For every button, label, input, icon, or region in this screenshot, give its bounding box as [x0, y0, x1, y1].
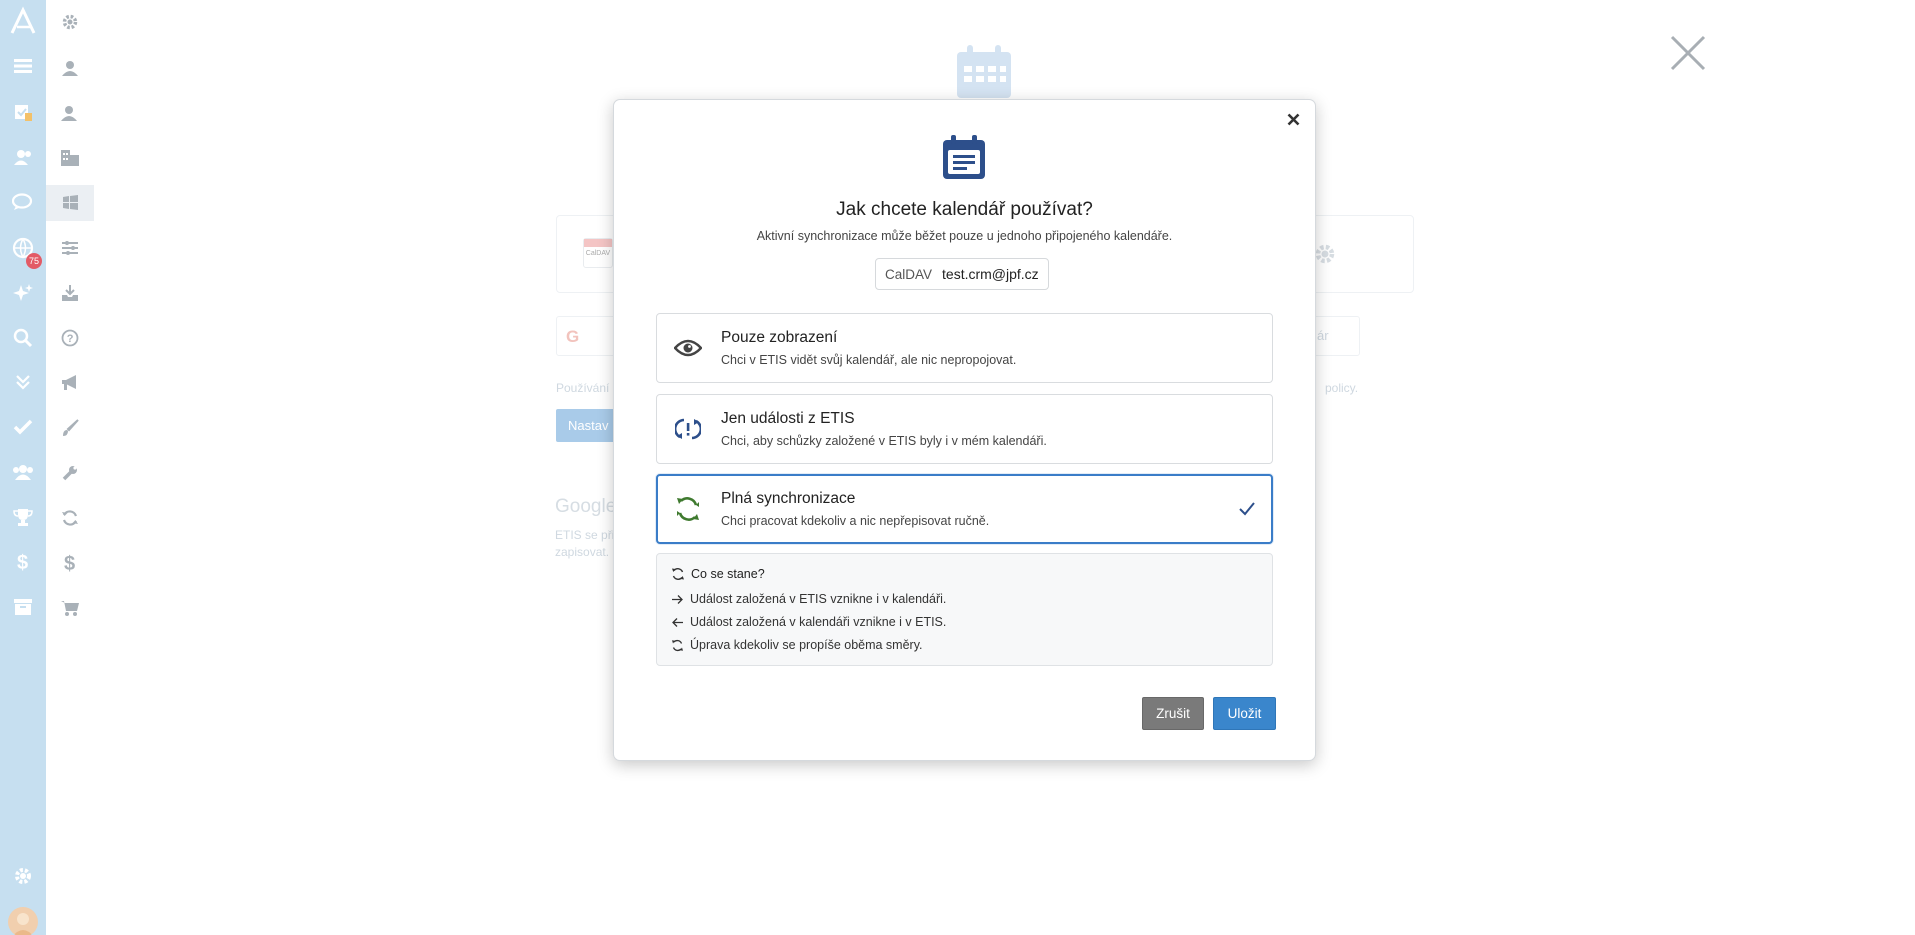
- settings-gear-icon[interactable]: [0, 862, 46, 890]
- brush-icon[interactable]: [46, 414, 94, 442]
- trophy-icon[interactable]: [0, 503, 46, 531]
- logo-icon[interactable]: [0, 6, 46, 35]
- save-button[interactable]: Uložit: [1213, 697, 1276, 730]
- background-caldav-logo: CalDAV: [583, 238, 613, 268]
- cancel-button[interactable]: Zrušit: [1142, 697, 1204, 730]
- archive-icon[interactable]: [0, 593, 46, 621]
- option-full-sync[interactable]: Plná synchronizace Chci pracovat kdekoli…: [656, 474, 1273, 544]
- info-row-text: Událost založená v ETIS vznikne i v kale…: [690, 592, 947, 606]
- gear-icon[interactable]: [46, 8, 94, 36]
- background-desc-line1: ETIS se při: [555, 528, 615, 542]
- background-google-field-text: ár: [1317, 328, 1329, 343]
- svg-text:$: $: [64, 553, 75, 574]
- account-chip: CalDAV test.crm@jpf.cz: [875, 258, 1049, 290]
- info-row: Událost založená v kalendáři vznikne i v…: [671, 615, 946, 629]
- chat-icon[interactable]: [0, 188, 46, 216]
- one-way-sync-icon: [673, 414, 703, 444]
- sync-small-icon: [671, 567, 685, 581]
- what-happens-panel: Co se stane? Událost založená v ETIS vzn…: [656, 553, 1273, 666]
- wrench-icon[interactable]: [46, 459, 94, 487]
- windows-icon[interactable]: [46, 189, 94, 217]
- account-type: CalDAV: [885, 266, 933, 282]
- option-etis-events-only[interactable]: Jen události z ETIS Chci, aby schůzky za…: [656, 394, 1273, 464]
- info-row-text: Úprava kdekoliv se propíše oběma směry.: [690, 638, 923, 652]
- background-heading: Google: [555, 496, 617, 517]
- sync-small-icon: [672, 639, 683, 651]
- user-alt-icon[interactable]: [46, 99, 94, 127]
- inbox-download-icon[interactable]: [46, 279, 94, 307]
- cart-icon[interactable]: [46, 594, 94, 622]
- info-row-text: Událost založená v kalendáři vznikne i v…: [690, 615, 947, 629]
- sparkle-icon[interactable]: [0, 279, 46, 307]
- sliders-icon[interactable]: [46, 234, 94, 262]
- option-title: Jen události z ETIS: [721, 410, 855, 427]
- background-setup-button: Nastav: [556, 409, 620, 442]
- account-email: test.crm@jpf.cz: [942, 266, 1039, 282]
- sync-icon: [673, 494, 703, 524]
- what-happens-title: Co se stane?: [691, 567, 765, 581]
- svg-text:$: $: [17, 552, 28, 573]
- background-settings-icon: [1313, 242, 1337, 266]
- refresh-icon[interactable]: [46, 504, 94, 532]
- help-icon[interactable]: ?: [46, 324, 94, 352]
- notification-badge: 75: [26, 253, 42, 269]
- option-description: Chci, aby schůzky založené v ETIS byly i…: [721, 434, 1047, 448]
- calendar-icon: [942, 134, 986, 180]
- svg-text:?: ?: [67, 333, 74, 345]
- option-view-only[interactable]: Pouze zobrazení Chci v ETIS vidět svůj k…: [656, 313, 1273, 383]
- background-notice-right: policy.: [1325, 381, 1359, 395]
- arrow-right-icon: [672, 594, 683, 604]
- building-icon[interactable]: [46, 144, 94, 172]
- arrow-left-icon: [672, 617, 683, 627]
- check-icon[interactable]: [0, 413, 46, 441]
- eye-icon: [673, 333, 703, 363]
- info-row: Úprava kdekoliv se propíše oběma směry.: [671, 638, 923, 652]
- background-google-logo: G: [566, 327, 580, 346]
- list-icon[interactable]: [0, 52, 46, 80]
- option-title: Plná synchronizace: [721, 490, 856, 507]
- modal-subtitle: Aktivní synchronizace může běžet pouze u…: [756, 229, 1173, 243]
- team-icon[interactable]: [0, 458, 46, 486]
- option-description: Chci v ETIS vidět svůj kalendář, ale nic…: [721, 353, 1017, 367]
- contacts-icon[interactable]: [0, 143, 46, 171]
- tasks-icon[interactable]: [0, 98, 46, 126]
- option-title: Pouze zobrazení: [721, 329, 838, 346]
- user-avatar[interactable]: [8, 907, 38, 935]
- dollar-icon[interactable]: $: [0, 548, 46, 576]
- info-row: Událost založená v ETIS vznikne i v kale…: [671, 592, 946, 606]
- double-chevron-down-icon[interactable]: [0, 368, 46, 396]
- user-icon[interactable]: [46, 54, 94, 82]
- modal-title: Jak chcete kalendář používat?: [836, 199, 1093, 220]
- calendar-usage-modal: Jak chcete kalendář používat? Aktivní sy…: [613, 99, 1316, 761]
- selected-check-icon: [1237, 499, 1257, 519]
- megaphone-icon[interactable]: [46, 369, 94, 397]
- background-desc-line2: zapisovat.: [555, 545, 610, 559]
- option-description: Chci pracovat kdekoliv a nic nepřepisova…: [721, 514, 990, 528]
- background-notice-left: Používání: [556, 381, 610, 395]
- modal-close-icon[interactable]: [1283, 109, 1303, 129]
- search-icon[interactable]: [0, 324, 46, 352]
- page-close-icon[interactable]: [1668, 33, 1708, 73]
- dollar-alt-icon[interactable]: $: [46, 549, 94, 577]
- background-calendar-icon: [955, 44, 1013, 100]
